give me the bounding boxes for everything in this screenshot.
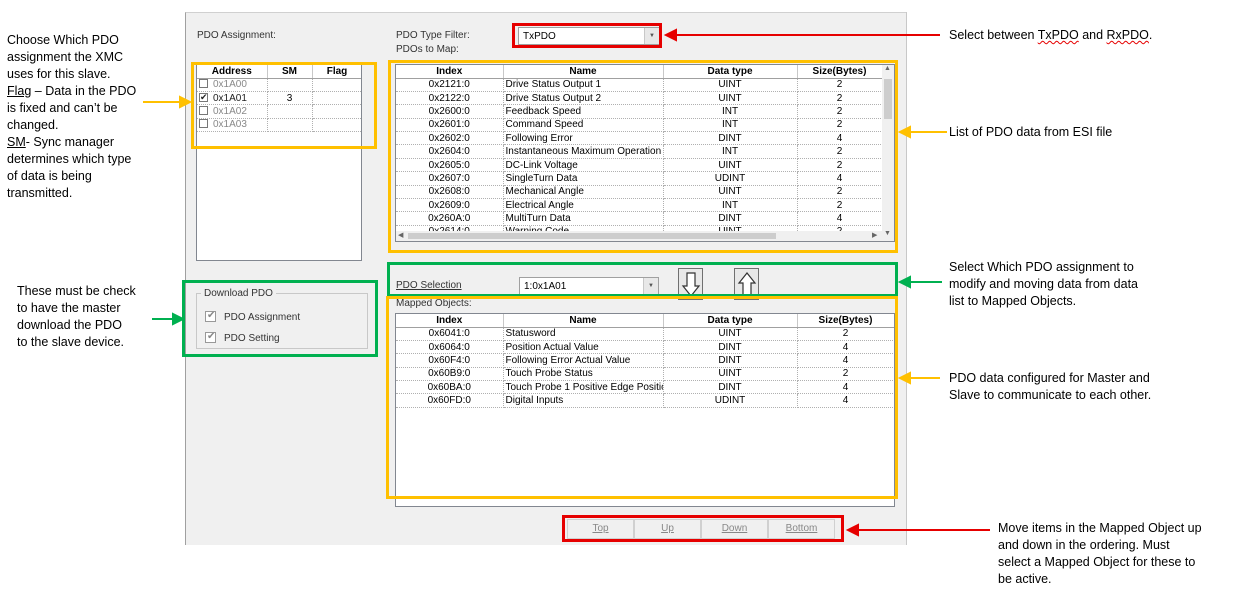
- annotation-line: changed.: [7, 118, 59, 132]
- annotation-line: be active.: [998, 572, 1052, 586]
- annotation-line: to have the master: [17, 301, 121, 315]
- annotation-line: is fixed and can’t be: [7, 101, 118, 115]
- annotation-line: and down in the ordering. Must: [998, 538, 1170, 552]
- annotation-line: select a Mapped Object for these to: [998, 555, 1196, 569]
- rxpdo-term: RxPDO: [1106, 28, 1149, 42]
- flag-term: Flag: [7, 84, 32, 98]
- annotation-text: - Sync manager: [25, 135, 114, 149]
- pdo-list-annotation: List of PDO data from ESI file: [949, 125, 1113, 139]
- annotation-line: transmitted.: [7, 186, 73, 200]
- annotation-line: list to Mapped Objects.: [949, 294, 1077, 308]
- annotation-line: SM- Sync manager: [7, 134, 157, 151]
- download-annotation: These must be check to have the master d…: [17, 283, 167, 351]
- annotation-line: Flag – Data in the PDO: [7, 83, 157, 100]
- txpdo-term: TxPDO: [1037, 28, 1079, 42]
- annotation-line: download the PDO: [17, 318, 122, 332]
- assignment-annotation: Choose Which PDO assignment the XMC uses…: [7, 32, 157, 202]
- annotation-line: Move items in the Mapped Object up: [998, 521, 1202, 535]
- mapped-annotation: PDO data configured for Master and Slave…: [949, 370, 1199, 404]
- sm-term: SM: [7, 135, 26, 149]
- annotation-line: assignment the XMC: [7, 50, 124, 64]
- annotation-text: .: [1148, 28, 1153, 42]
- annotation-line: modify and moving data from data: [949, 277, 1138, 291]
- annotation-text: – Data in the PDO: [31, 84, 137, 98]
- annotation-line: Choose Which PDO: [7, 33, 119, 47]
- annotation-line: determines which type: [7, 152, 132, 166]
- annotation-text: Select between: [949, 28, 1038, 42]
- order-annotation: Move items in the Mapped Object up and d…: [998, 520, 1238, 588]
- annotation-line: to the slave device.: [17, 335, 125, 349]
- selection-annotation: Select Which PDO assignment to modify an…: [949, 259, 1189, 310]
- annotation-line: These must be check: [17, 284, 136, 298]
- filter-annotation: Select between TxPDO and RxPDO.: [949, 27, 1152, 44]
- annotation-line: of data is being: [7, 169, 92, 183]
- annotation-line: Slave to communicate to each other.: [949, 388, 1152, 402]
- annotation-text: and: [1078, 28, 1107, 42]
- annotation-line: uses for this slave.: [7, 67, 111, 81]
- annotation-line: PDO data configured for Master and: [949, 371, 1150, 385]
- annotation-line: Select Which PDO assignment to: [949, 260, 1134, 274]
